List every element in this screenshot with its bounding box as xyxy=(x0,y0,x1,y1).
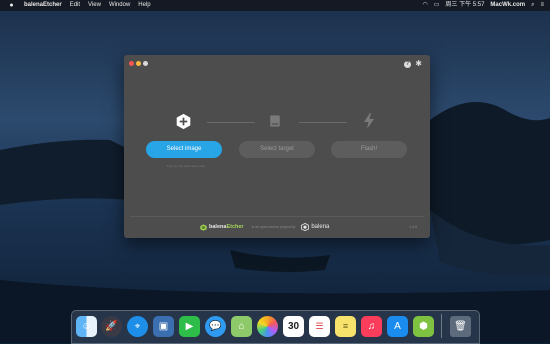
brand-prefix: balena xyxy=(209,224,227,230)
photos-icon[interactable] xyxy=(257,316,278,337)
facetime-icon[interactable]: ▶ xyxy=(179,316,200,337)
reminders-icon[interactable]: ☰ xyxy=(309,316,330,337)
safari-icon[interactable]: ⌖ xyxy=(127,316,148,337)
calendar-day: 30 xyxy=(287,321,300,332)
messages-icon[interactable]: 💬 xyxy=(205,316,226,337)
menu-clock[interactable]: 周三 下午 5:57 xyxy=(445,0,484,11)
control-center-icon[interactable]: ≡ xyxy=(540,0,544,11)
wifi-icon[interactable]: ◠ xyxy=(422,0,427,11)
balena-link[interactable]: balena xyxy=(311,224,329,230)
help-icon[interactable]: ? xyxy=(404,61,411,68)
flash-lightning-icon xyxy=(364,113,374,129)
menu-window[interactable]: Window xyxy=(109,0,130,11)
flash-button[interactable]: Flash! xyxy=(331,141,407,158)
supported-formats-hint[interactable]: img, iso, zip, and many more xyxy=(156,164,216,168)
minimize-window-button[interactable] xyxy=(136,61,141,66)
footer: balenaEtcher is an open source project b… xyxy=(200,222,329,232)
finder-icon[interactable]: ☺ xyxy=(76,316,97,337)
brand-suffix: Etcher xyxy=(226,224,244,230)
menu-extras: ◠ ▭ 周三 下午 5:57 MacWk.com ⌕ ≡ xyxy=(422,0,544,11)
app-version[interactable]: 1.4.8 xyxy=(409,225,417,229)
menu-app-name[interactable]: balenaEtcher xyxy=(24,0,62,11)
footer-tagline: is an open source project by xyxy=(251,225,296,229)
brand-name[interactable]: balenaEtcher xyxy=(209,224,244,230)
footer-divider xyxy=(130,216,424,217)
step-connector xyxy=(299,122,347,123)
menu-bar: ● balenaEtcher Edit View Window Help ◠ ▭… xyxy=(0,0,550,11)
maximize-window-button[interactable] xyxy=(143,61,148,66)
menu-edit[interactable]: Edit xyxy=(70,0,80,11)
calendar-icon[interactable]: 30 xyxy=(283,316,304,337)
photo-icon[interactable]: ▣ xyxy=(153,316,174,337)
settings-gear-icon[interactable]: ✱ xyxy=(415,60,422,68)
app-store-icon[interactable]: A xyxy=(387,316,408,337)
dock-separator xyxy=(441,314,442,338)
notes-icon[interactable]: ≡ xyxy=(335,316,356,337)
step-connector xyxy=(207,122,255,123)
battery-icon[interactable]: ▭ xyxy=(434,0,440,11)
music-icon[interactable]: ♫ xyxy=(361,316,382,337)
etcher-logo-icon[interactable] xyxy=(200,223,207,231)
add-image-hexagon-icon[interactable] xyxy=(175,113,192,130)
maps-icon[interactable]: ⌂ xyxy=(231,316,252,337)
launchpad-icon[interactable]: 🚀 xyxy=(101,316,122,337)
search-icon[interactable]: ⌕ xyxy=(531,0,534,11)
menu-help[interactable]: Help xyxy=(138,0,150,11)
balena-logo-icon[interactable] xyxy=(301,223,310,231)
select-image-button[interactable]: Select image xyxy=(146,141,222,158)
etcher-window: ? ✱ Select image Select target Flash! im… xyxy=(124,55,430,238)
menu-view[interactable]: View xyxy=(88,0,101,11)
etcher-icon[interactable]: ⬢ xyxy=(413,316,434,337)
select-target-button[interactable]: Select target xyxy=(239,141,315,158)
menu-site-label: MacWk.com xyxy=(490,2,526,8)
close-window-button[interactable] xyxy=(129,61,134,66)
apple-icon[interactable]: ● xyxy=(8,0,15,11)
drive-icon xyxy=(270,115,280,127)
trash-icon[interactable]: 🗑 xyxy=(450,316,471,337)
